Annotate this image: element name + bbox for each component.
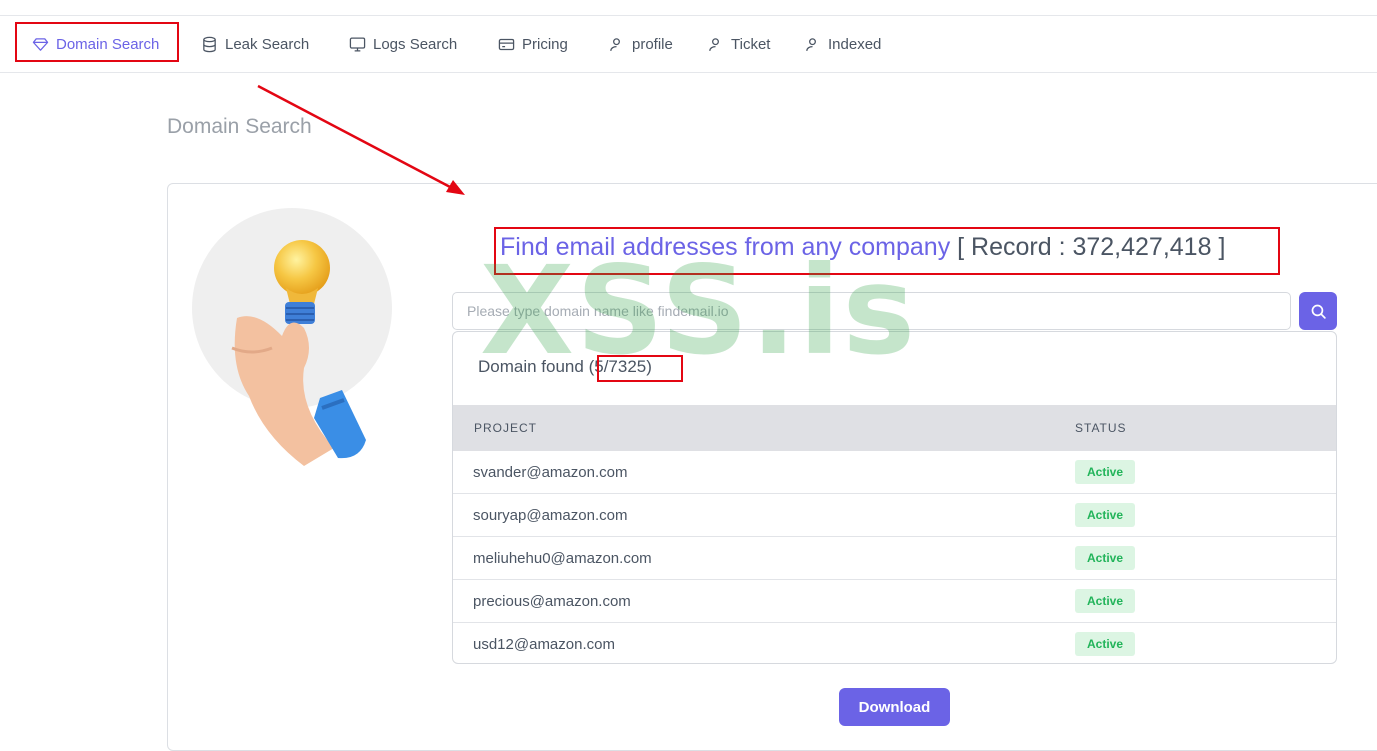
annotation-box-nav	[15, 22, 179, 62]
nav-label: Leak Search	[225, 35, 310, 53]
status-badge: Active	[1075, 503, 1135, 527]
download-button[interactable]: Download	[839, 688, 950, 726]
nav-leak-search[interactable]: Leak Search	[201, 16, 309, 72]
table-row: precious@amazon.com Active	[453, 580, 1336, 623]
email-cell: precious@amazon.com	[473, 592, 631, 610]
nav-label: profile	[632, 35, 673, 53]
nav-ticket[interactable]: Ticket	[707, 16, 770, 72]
user-icon	[806, 37, 816, 51]
nav-indexed[interactable]: Indexed	[804, 16, 881, 72]
database-icon	[203, 36, 216, 52]
monitor-icon	[349, 36, 366, 52]
table-row: svander@amazon.com Active	[453, 451, 1336, 494]
email-cell: usd12@amazon.com	[473, 635, 615, 653]
top-nav: Domain Search Leak Search Logs Search Pr…	[0, 16, 1377, 73]
nav-label: Indexed	[828, 35, 882, 53]
status-badge: Active	[1075, 460, 1135, 484]
table-header: PROJECT STATUS	[453, 405, 1336, 451]
found-label: Domain found	[478, 357, 589, 376]
search-icon	[1311, 304, 1326, 319]
email-cell: souryap@amazon.com	[473, 506, 628, 524]
page-title: Domain Search	[167, 115, 312, 138]
table-row: meliuhehu0@amazon.com Active	[453, 537, 1336, 580]
lightbulb-hand-illustration	[231, 240, 366, 466]
nav-label: Pricing	[522, 35, 568, 53]
email-cell: meliuhehu0@amazon.com	[473, 549, 652, 567]
nav-label: Ticket	[731, 35, 771, 53]
domain-search-input[interactable]	[452, 292, 1291, 330]
user-icon	[709, 37, 719, 51]
user-icon	[610, 37, 620, 51]
status-badge: Active	[1075, 546, 1135, 570]
annotation-box-count	[597, 355, 683, 382]
table-row: souryap@amazon.com Active	[453, 494, 1336, 537]
table-row: usd12@amazon.com Active	[453, 623, 1336, 663]
card-icon	[498, 38, 515, 50]
status-badge: Active	[1075, 589, 1135, 613]
nav-logs-search[interactable]: Logs Search	[349, 16, 457, 72]
results-panel: Domain found (5/7325) PROJECT STATUS sva…	[452, 331, 1337, 664]
nav-profile[interactable]: profile	[608, 16, 673, 72]
nav-pricing[interactable]: Pricing	[498, 16, 568, 72]
status-badge: Active	[1075, 632, 1135, 656]
annotation-box-headline	[494, 227, 1280, 275]
email-cell: svander@amazon.com	[473, 463, 628, 481]
nav-label: Logs Search	[373, 35, 458, 53]
column-header-project: PROJECT	[474, 421, 538, 435]
column-header-status: STATUS	[1075, 421, 1127, 435]
search-button[interactable]	[1299, 292, 1337, 330]
